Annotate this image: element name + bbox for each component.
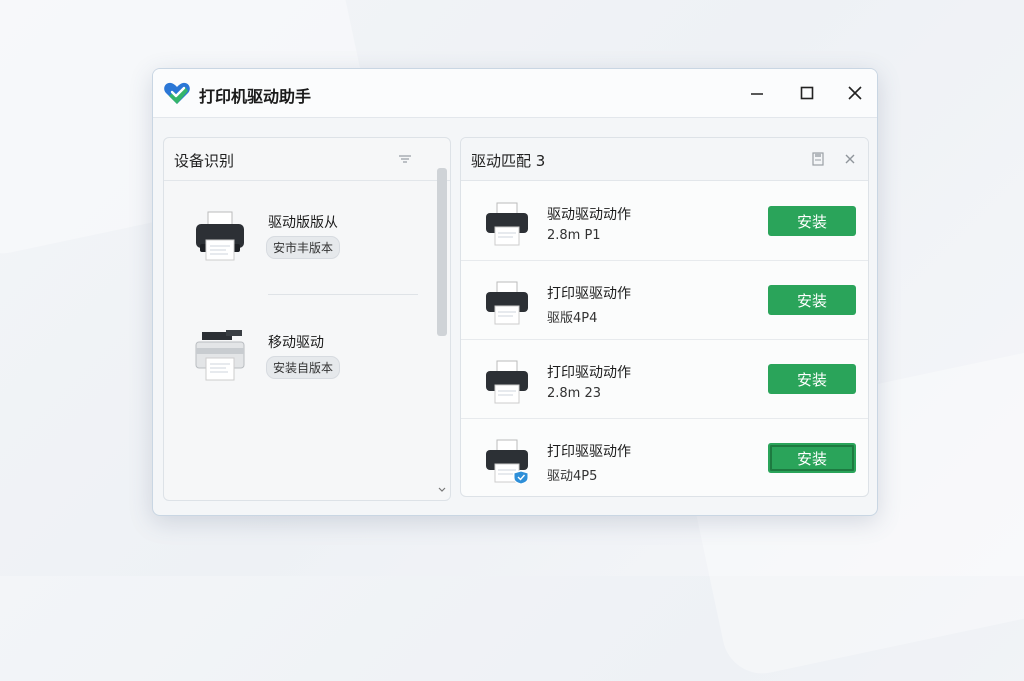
- close-icon: [848, 86, 862, 100]
- driver-name: 驱动驱动动作: [547, 207, 631, 223]
- multifunction-printer-icon: [195, 330, 245, 381]
- driver-version: 驱动4P5: [547, 469, 598, 484]
- printer-icon: [486, 202, 528, 246]
- driver-version: 2.8m 23: [547, 386, 602, 401]
- printer-shield-icon: [486, 439, 529, 485]
- driver-row: 打印驱动动作 2.8m 23 安装: [461, 340, 868, 419]
- driver-row: 打印驱驱动作 驱动4P5 安装: [461, 419, 868, 496]
- device-item[interactable]: 移动驱动 安装自版本: [164, 328, 434, 428]
- driver-match-panel: 驱动匹配 3 驱动驱动动作 2.8m P1 安装 打印驱驱动作 驱版4P4 安装…: [460, 137, 869, 497]
- chevron-down-icon[interactable]: [436, 484, 448, 496]
- device-name: 移动驱动: [268, 335, 324, 351]
- driver-name: 打印驱驱动作: [547, 444, 631, 460]
- install-button[interactable]: 安装: [768, 364, 856, 394]
- scrollbar[interactable]: [434, 168, 448, 494]
- minimize-icon: [751, 93, 763, 95]
- driver-row: 驱动驱动动作 2.8m P1 安装: [461, 182, 868, 261]
- driver-version: 驱版4P4: [547, 311, 598, 326]
- driver-name: 打印驱驱动作: [547, 286, 631, 302]
- driver-row: 打印驱驱动作 驱版4P4 安装: [461, 261, 868, 340]
- printer-icon: [486, 281, 528, 325]
- close-button[interactable]: [843, 81, 867, 105]
- device-name: 驱动版版从: [268, 215, 338, 231]
- maximize-button[interactable]: [795, 81, 819, 105]
- panel-header: 驱动匹配 3: [461, 138, 868, 181]
- scroll-thumb[interactable]: [437, 168, 447, 336]
- panel-header: 设备识别: [164, 138, 450, 181]
- install-button[interactable]: 安装: [768, 206, 856, 236]
- panel-title: 设备识别: [174, 152, 235, 170]
- driver-name: 打印驱动动作: [547, 365, 631, 381]
- filter-icon[interactable]: [396, 150, 414, 168]
- app-logo-icon: [164, 82, 190, 104]
- version-badge: 安市丰版本: [266, 236, 341, 259]
- minimize-button[interactable]: [745, 81, 769, 105]
- app-window: 打印机驱动助手 设备识别 驱动版版从 安市丰版本 移动驱动 安装自版本 驱动匹配…: [152, 68, 878, 516]
- close-icon[interactable]: [841, 150, 859, 168]
- panel-title: 驱动匹配 3: [471, 152, 546, 170]
- driver-version: 2.8m P1: [547, 228, 601, 243]
- version-badge: 安装自版本: [266, 356, 341, 379]
- printer-icon: [196, 211, 244, 261]
- device-item[interactable]: 驱动版版从 安市丰版本: [164, 208, 434, 308]
- install-button[interactable]: 安装: [768, 443, 856, 473]
- divider: [268, 294, 418, 295]
- install-button[interactable]: 安装: [768, 285, 856, 315]
- device-detection-panel: 设备识别 驱动版版从 安市丰版本 移动驱动 安装自版本: [163, 137, 451, 501]
- title-bar: 打印机驱动助手: [153, 69, 877, 118]
- maximize-icon: [800, 86, 814, 100]
- app-title: 打印机驱动助手: [199, 87, 312, 106]
- printer-icon: [486, 360, 528, 404]
- save-icon[interactable]: [809, 150, 827, 168]
